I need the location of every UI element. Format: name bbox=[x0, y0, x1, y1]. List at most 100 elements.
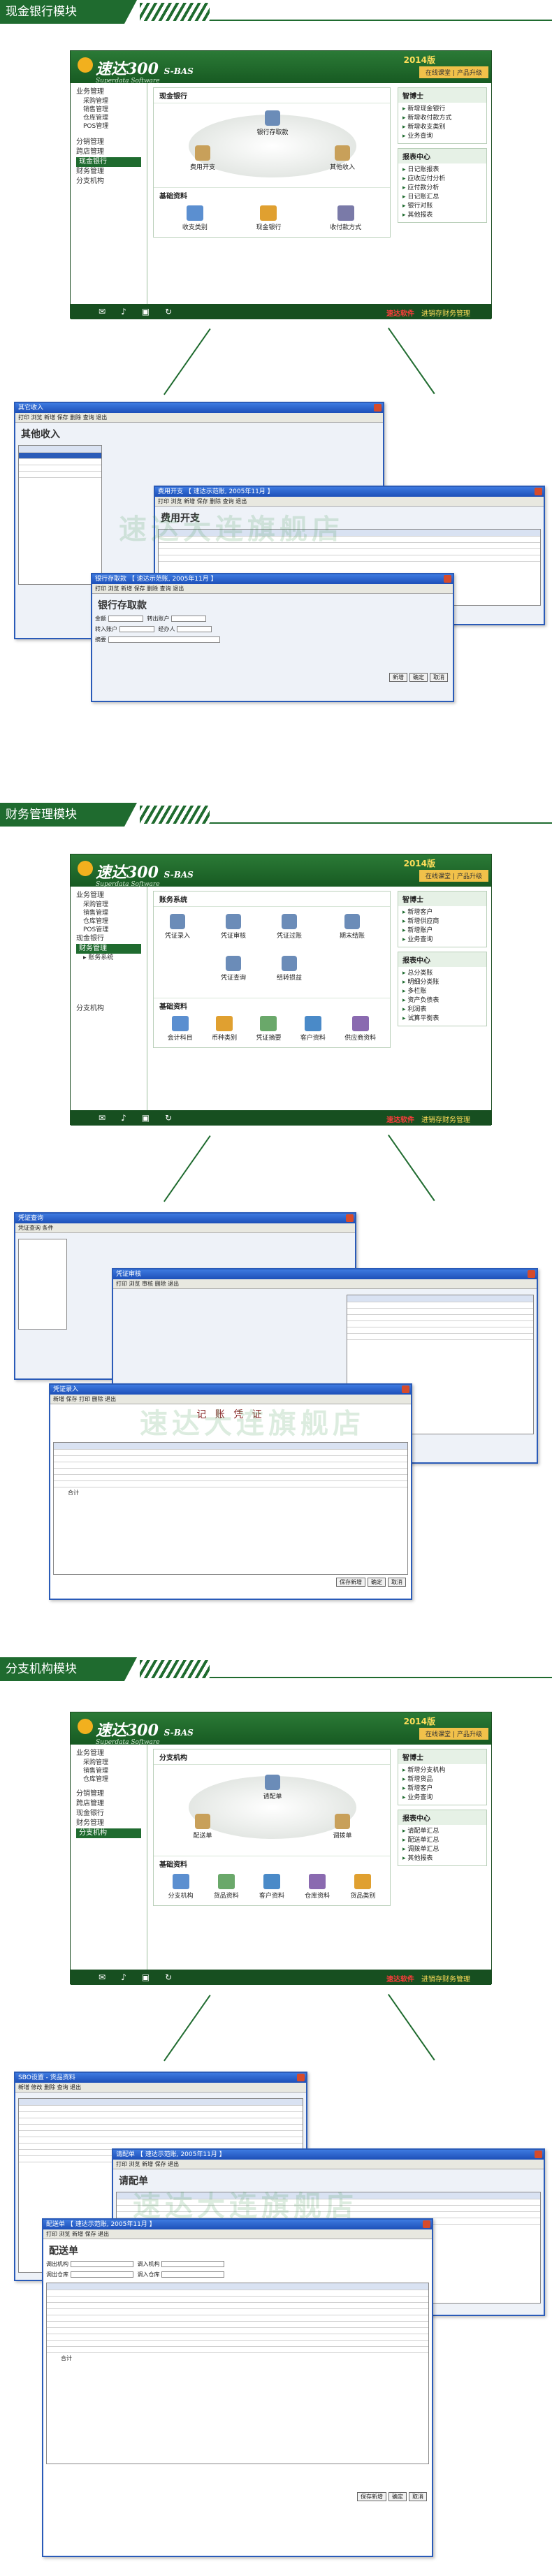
mail-icon[interactable]: ✉ bbox=[99, 1972, 121, 1982]
report-link[interactable]: 日记账报表 bbox=[402, 166, 482, 175]
from-warehouse-field[interactable]: 调出仓库 bbox=[46, 2271, 133, 2278]
close-icon[interactable] bbox=[374, 404, 382, 412]
new-button[interactable]: 新增 bbox=[389, 673, 407, 682]
cancel-button[interactable]: 取消 bbox=[409, 2492, 427, 2501]
sidebar-item-active[interactable]: 分支机构 bbox=[76, 1828, 141, 1838]
sidebar-item[interactable]: 分支机构 bbox=[76, 1004, 141, 1014]
mail-icon[interactable]: ✉ bbox=[99, 1113, 121, 1123]
workflow-node[interactable]: 凭证查询 bbox=[212, 956, 254, 982]
sidebar-item[interactable]: 采购管理 bbox=[76, 901, 141, 909]
amount-field[interactable]: 金额 bbox=[95, 615, 143, 623]
base-item[interactable]: 货品资料 bbox=[214, 1874, 239, 1900]
cancel-button[interactable]: 取消 bbox=[430, 673, 448, 682]
base-item[interactable]: 会计科目 bbox=[168, 1016, 193, 1042]
toolbar[interactable]: 打印 浏览 新增 保存 退出 bbox=[43, 2229, 432, 2239]
tip-link[interactable]: 业务查询 bbox=[402, 132, 482, 141]
report-link[interactable]: 其他报表 bbox=[402, 1854, 482, 1863]
report-link[interactable]: 利润表 bbox=[402, 1005, 482, 1014]
ok-button[interactable]: 确定 bbox=[388, 2492, 407, 2501]
window-icon[interactable]: ▣ bbox=[142, 1113, 165, 1123]
tip-link[interactable]: 新增货品 bbox=[402, 1775, 482, 1784]
online-class-link[interactable]: 在线课堂 bbox=[426, 873, 451, 880]
tip-link[interactable]: 新增客户 bbox=[402, 1784, 482, 1793]
close-icon[interactable] bbox=[535, 2151, 542, 2158]
sound-icon[interactable]: ♪ bbox=[121, 1113, 142, 1123]
sidebar-item[interactable]: 销售管理 bbox=[76, 105, 141, 114]
report-link[interactable]: 资产负债表 bbox=[402, 996, 482, 1005]
close-icon[interactable] bbox=[528, 1270, 535, 1278]
workflow-node[interactable]: 调拨单 bbox=[321, 1814, 363, 1840]
sidebar-item[interactable]: 分支机构 bbox=[76, 177, 141, 187]
tip-link[interactable]: 新增供应商 bbox=[402, 917, 482, 926]
toolbar[interactable]: 凭证查询 条件 bbox=[15, 1223, 355, 1233]
report-link[interactable]: 日记账汇总 bbox=[402, 193, 482, 202]
save-new-button[interactable]: 保存新增 bbox=[336, 1578, 365, 1587]
sidebar-subitem[interactable]: ▸ 账务系统 bbox=[76, 954, 141, 962]
report-link[interactable]: 总分类账 bbox=[402, 969, 482, 978]
workflow-node[interactable]: 其他收入 bbox=[321, 145, 363, 171]
sidebar-item[interactable]: 跨店管理 bbox=[76, 147, 141, 157]
refresh-icon[interactable]: ↻ bbox=[165, 1113, 187, 1123]
close-icon[interactable] bbox=[423, 2220, 430, 2228]
workflow-node[interactable]: 配送单 bbox=[182, 1814, 224, 1840]
workflow-node[interactable]: 凭证录入 bbox=[157, 914, 198, 940]
to-account-field[interactable]: 转入账户 bbox=[95, 625, 154, 633]
from-account-field[interactable]: 转出账户 bbox=[147, 615, 207, 623]
tip-link[interactable]: 新增收支类别 bbox=[402, 123, 482, 132]
save-new-button[interactable]: 保存新增 bbox=[357, 2492, 386, 2501]
online-class-link[interactable]: 在线课堂 bbox=[426, 70, 451, 77]
to-warehouse-field[interactable]: 调入仓库 bbox=[138, 2271, 225, 2278]
window-icon[interactable]: ▣ bbox=[142, 307, 165, 316]
base-item[interactable]: 分支机构 bbox=[168, 1874, 194, 1900]
from-branch-field[interactable]: 调出机构 bbox=[46, 2260, 133, 2268]
sidebar-item[interactable]: 现金银行 bbox=[76, 934, 141, 944]
sidebar-item[interactable]: 分销管理 bbox=[76, 1789, 141, 1799]
base-item[interactable]: 凭证摘要 bbox=[256, 1016, 281, 1042]
upgrade-link[interactable]: 产品升级 bbox=[457, 1731, 482, 1738]
close-icon[interactable] bbox=[535, 488, 542, 495]
sidebar-item[interactable]: 跨店管理 bbox=[76, 1799, 141, 1809]
ok-button[interactable]: 确定 bbox=[409, 673, 428, 682]
sidebar-item[interactable]: 采购管理 bbox=[76, 1759, 141, 1767]
base-item[interactable]: 币种类别 bbox=[212, 1016, 237, 1042]
close-icon[interactable] bbox=[346, 1214, 354, 1222]
close-icon[interactable] bbox=[444, 575, 451, 583]
to-branch-field[interactable]: 调入机构 bbox=[138, 2260, 225, 2268]
report-link[interactable]: 其他报表 bbox=[402, 211, 482, 220]
sidebar-item[interactable]: 采购管理 bbox=[76, 97, 141, 105]
ok-button[interactable]: 确定 bbox=[368, 1578, 386, 1587]
sidebar-item[interactable]: 销售管理 bbox=[76, 909, 141, 917]
sound-icon[interactable]: ♪ bbox=[121, 1972, 142, 1982]
sidebar-item[interactable]: 仓库管理 bbox=[76, 917, 141, 926]
tip-link[interactable]: 新增分支机构 bbox=[402, 1766, 482, 1775]
base-item[interactable]: 客户资料 bbox=[300, 1016, 326, 1042]
sidebar-item[interactable]: 分销管理 bbox=[76, 138, 141, 147]
sidebar-item[interactable]: 财务管理 bbox=[76, 1819, 141, 1828]
base-item[interactable]: 货品类别 bbox=[350, 1874, 375, 1900]
sidebar-item[interactable]: 业务管理 bbox=[76, 1749, 141, 1759]
sidebar-item[interactable]: POS管理 bbox=[76, 122, 141, 131]
report-link[interactable]: 多栏账 bbox=[402, 987, 482, 996]
online-class-link[interactable]: 在线课堂 bbox=[426, 1731, 451, 1738]
refresh-icon[interactable]: ↻ bbox=[165, 307, 187, 316]
report-link[interactable]: 调拨单汇总 bbox=[402, 1845, 482, 1854]
sidebar-item-active[interactable]: 财务管理 bbox=[76, 944, 141, 954]
tip-link[interactable]: 新增现金银行 bbox=[402, 105, 482, 114]
close-icon[interactable] bbox=[402, 1385, 409, 1393]
report-link[interactable]: 试算平衡表 bbox=[402, 1014, 482, 1024]
report-link[interactable]: 银行对账 bbox=[402, 202, 482, 211]
report-link[interactable]: 请配单汇总 bbox=[402, 1827, 482, 1836]
base-item[interactable]: 现金银行 bbox=[256, 205, 281, 231]
sidebar-item[interactable]: 财务管理 bbox=[76, 167, 141, 177]
toolbar[interactable]: 新增 修改 删除 查询 退出 bbox=[15, 2083, 306, 2093]
subject-tree[interactable] bbox=[18, 1239, 67, 1330]
voucher-grid[interactable]: 合计 bbox=[53, 1442, 408, 1575]
delivery-grid[interactable]: 合计 bbox=[46, 2283, 429, 2464]
base-item[interactable]: 收支类别 bbox=[182, 205, 208, 231]
base-item[interactable]: 供应商资料 bbox=[344, 1016, 376, 1042]
toolbar[interactable]: 打印 浏览 新增 保存 删除 查询 退出 bbox=[92, 584, 453, 594]
refresh-icon[interactable]: ↻ bbox=[165, 1972, 187, 1982]
tip-link[interactable]: 新增客户 bbox=[402, 908, 482, 917]
cancel-button[interactable]: 取消 bbox=[388, 1578, 406, 1587]
tip-link[interactable]: 业务查询 bbox=[402, 1793, 482, 1803]
